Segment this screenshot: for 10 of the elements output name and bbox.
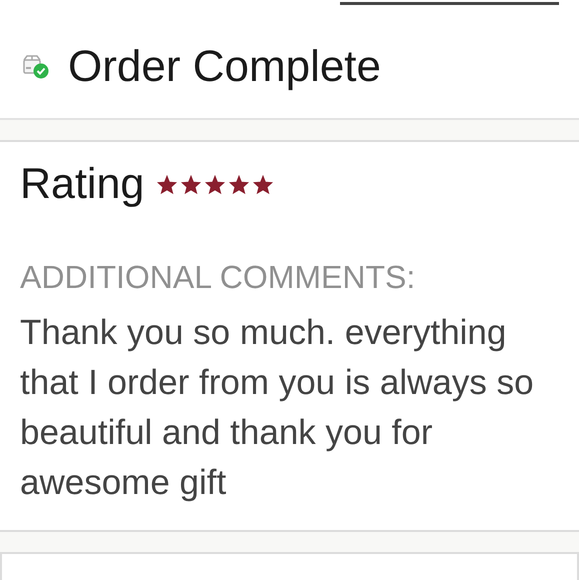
star-icon xyxy=(204,174,226,195)
star-icon xyxy=(156,174,178,195)
star-icon xyxy=(228,174,250,195)
order-status-title: Order Complete xyxy=(68,42,382,92)
rating-label: Rating xyxy=(20,160,144,209)
comment-text: Thank you so much. everything that I order from you is always so beautiful and thank you for awesome gift xyxy=(20,312,535,504)
star-icon xyxy=(180,174,202,195)
comments-label: ADDITIONAL COMMENTS: xyxy=(20,259,416,296)
star-icon xyxy=(252,174,274,195)
package-check-icon xyxy=(22,54,50,80)
